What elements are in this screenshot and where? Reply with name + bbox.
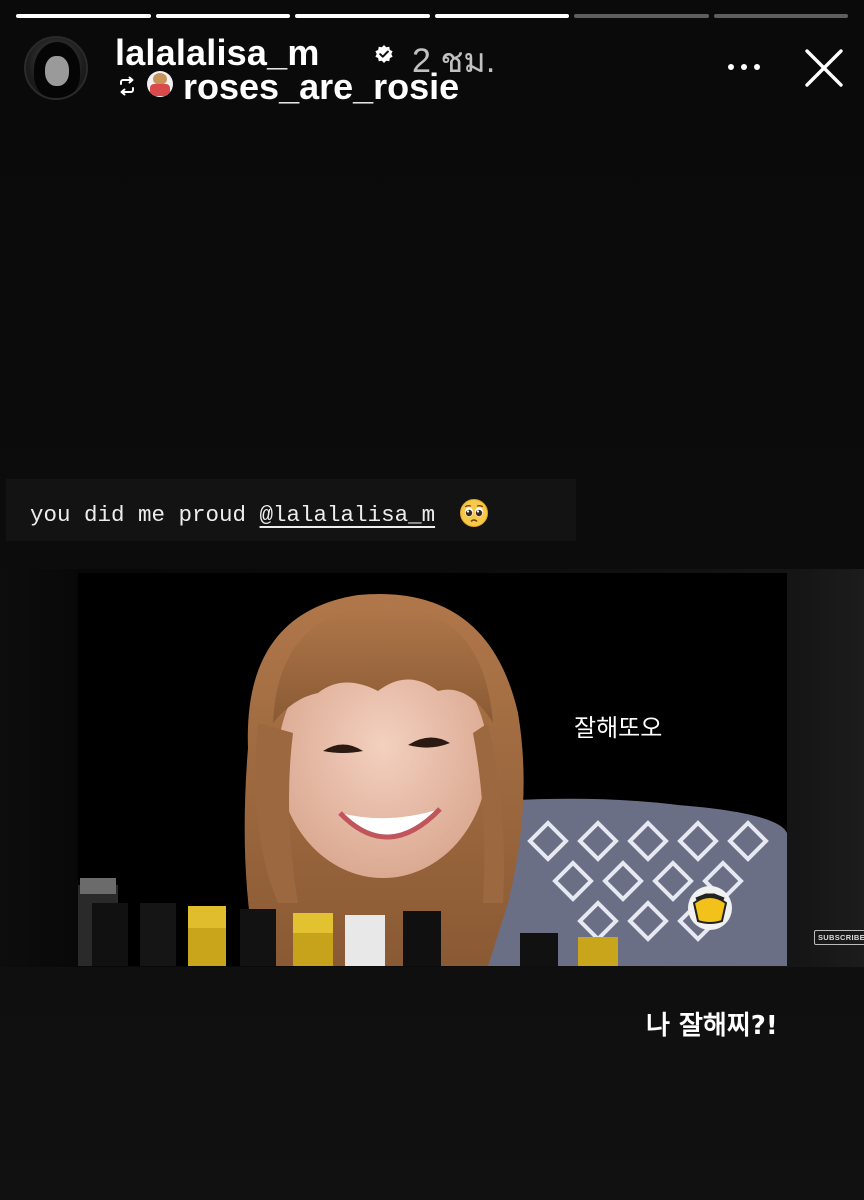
story-progress [16, 14, 848, 19]
author-avatar[interactable] [24, 36, 88, 100]
caption-text: you did me proud @lalalalisa_m [30, 498, 489, 528]
more-dots-icon [728, 64, 734, 70]
reposted-username[interactable]: roses_are_rosie [183, 66, 459, 108]
progress-fill [155, 14, 290, 18]
verified-badge-icon [375, 45, 393, 63]
video-frame[interactable]: 잘해또오 [78, 573, 787, 966]
story-viewer[interactable]: lalalalisa_m 2 ชม. roses_are_rosie you d… [0, 0, 864, 1200]
avatar-face [45, 56, 69, 86]
more-dots-icon [754, 64, 760, 70]
more-dots-icon [741, 64, 747, 70]
reposted-user-avatar[interactable] [147, 71, 173, 97]
video-still [78, 573, 787, 966]
progress-segment [295, 14, 430, 18]
mini-avatar-body [150, 84, 170, 96]
subscribe-button[interactable]: SUBSCRIBE [814, 930, 864, 945]
progress-segment [434, 14, 569, 18]
caption-prefix: you did me proud [30, 502, 260, 528]
progress-fill [434, 14, 569, 18]
story-header: lalalalisa_m 2 ชม. roses_are_rosie [0, 30, 864, 110]
progress-fill [295, 14, 430, 18]
repost-icon [120, 76, 134, 96]
caption-mention[interactable]: @lalalalisa_m [260, 502, 436, 528]
close-icon[interactable] [800, 44, 848, 92]
progress-fill [16, 14, 151, 18]
story-caption: you did me proud @lalalalisa_m [6, 479, 576, 541]
video-subtitle: 잘해또오 [574, 714, 663, 742]
progress-segment [16, 14, 151, 18]
pleading-face-emoji [459, 499, 488, 527]
progress-segment [574, 14, 709, 18]
story-text-overlay: 나 잘해찌?! [646, 1011, 778, 1041]
progress-segment [713, 14, 848, 18]
progress-segment [155, 14, 290, 18]
more-options-button[interactable] [722, 46, 766, 86]
show-logo-icon [688, 886, 732, 930]
